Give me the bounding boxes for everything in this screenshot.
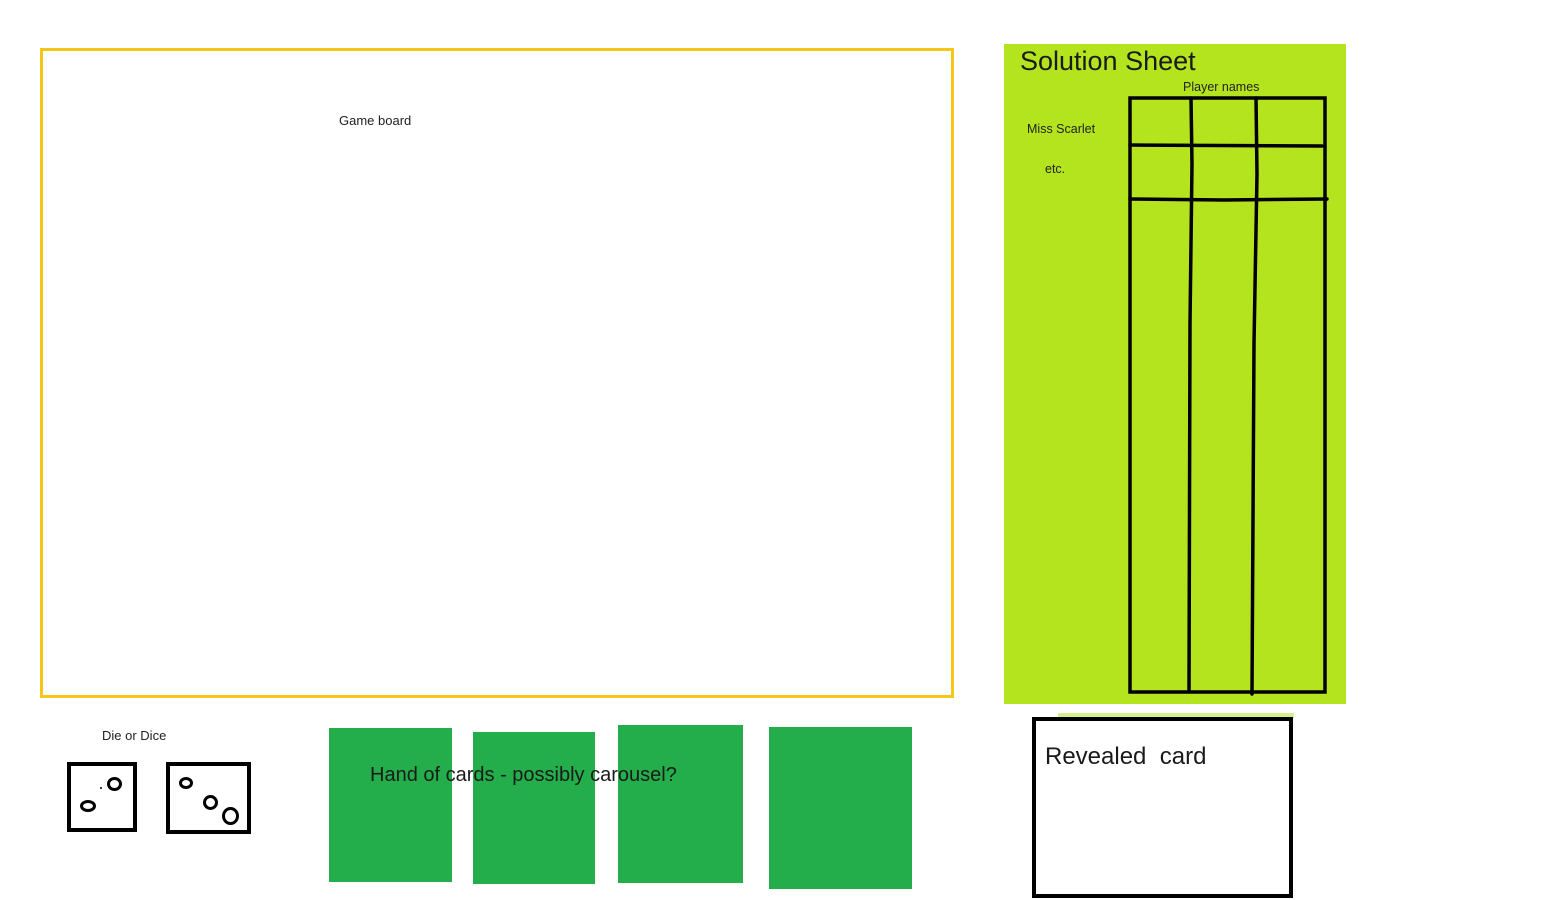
revealed-card: Revealed card — [1032, 717, 1293, 898]
grid-row-divider-1 — [1128, 143, 1324, 148]
solution-grid — [1128, 96, 1329, 696]
die-pip — [203, 795, 218, 810]
die-pip — [107, 777, 122, 791]
game-board-label: Game board — [339, 113, 412, 128]
grid-cell[interactable] — [1193, 147, 1255, 198]
die-pip-dot — [100, 787, 102, 789]
solution-sheet: Solution Sheet Player names Miss Scarlet… — [1004, 44, 1346, 704]
grid-cell[interactable] — [1132, 100, 1190, 144]
dice-label: Die or Dice — [102, 728, 167, 743]
die-2[interactable] — [166, 762, 251, 834]
die-1[interactable] — [67, 762, 137, 832]
grid-row-divider-2 — [1128, 197, 1329, 202]
die-pip — [80, 800, 96, 812]
hand-card[interactable] — [769, 727, 912, 889]
die-pip — [179, 777, 193, 789]
grid-cell[interactable] — [1258, 100, 1323, 144]
hand-card[interactable] — [473, 732, 595, 884]
game-board[interactable]: Game board — [40, 48, 954, 698]
grid-cell[interactable] — [1132, 147, 1190, 198]
grid-cell[interactable] — [1193, 100, 1255, 144]
hand-card[interactable] — [618, 725, 743, 883]
grid-cell[interactable] — [1258, 147, 1323, 198]
die-pip — [222, 807, 239, 825]
hand-label: Hand of cards - possibly carousel? — [370, 764, 677, 786]
revealed-card-label: Revealed card — [1045, 743, 1207, 770]
hand-card[interactable] — [329, 728, 452, 882]
